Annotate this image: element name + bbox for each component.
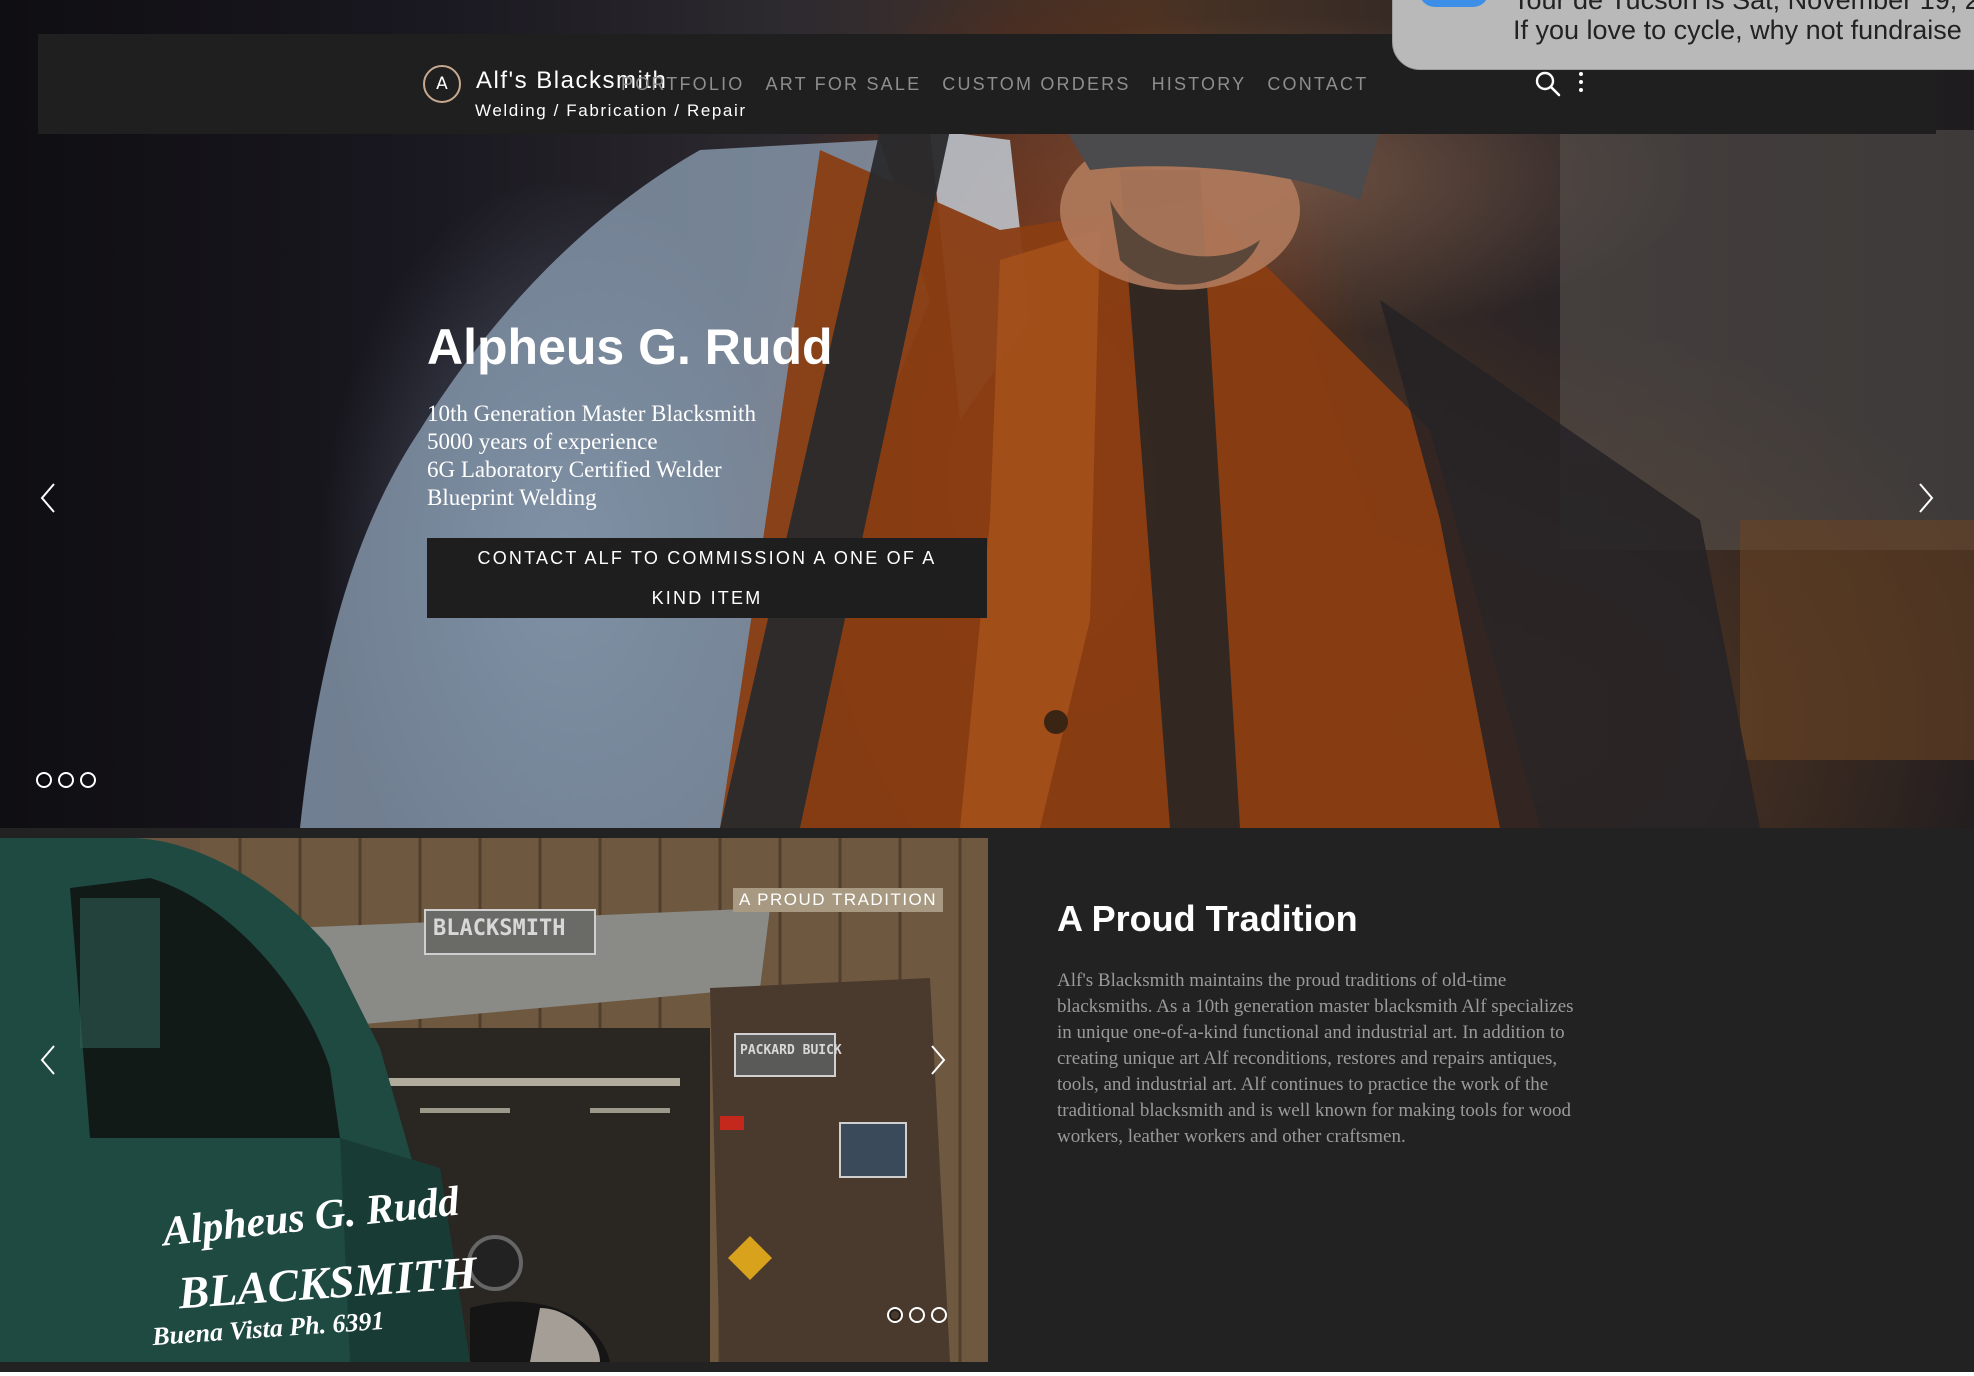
hero-credential-line: 10th Generation Master Blacksmith — [427, 401, 756, 426]
hero-prev-arrow-icon[interactable] — [36, 478, 60, 518]
section-heading: A Proud Tradition — [1057, 898, 1358, 939]
commission-cta-button[interactable]: CONTACT ALF TO COMMISSION A ONE OF A KIN… — [427, 538, 987, 618]
notification-line-1: Tour de Tucson is Sat, November 19, 2 — [1513, 0, 1974, 15]
logo-icon[interactable]: A — [423, 65, 461, 103]
hero-credential-line: 6G Laboratory Certified Welder — [427, 457, 722, 482]
site-tagline: Welding / Fabrication / Repair — [475, 101, 747, 120]
slide-dot-3[interactable] — [80, 772, 96, 788]
tradition-gallery: BLACKSMITH PACKARD BUICK Alpheus G. Rudd… — [0, 838, 988, 1362]
hero-slideshow: A Alf's Blacksmith Welding / Fabrication… — [0, 0, 1974, 828]
shop-sign: BLACKSMITH — [433, 916, 566, 941]
main-nav: PORTFOLIO ART FOR SALE CUSTOM ORDERS HIS… — [621, 74, 1389, 95]
nav-item-custom-orders[interactable]: CUSTOM ORDERS — [942, 74, 1130, 95]
nav-item-contact[interactable]: CONTACT — [1267, 74, 1368, 95]
notification-line-2: If you love to cycle, why not fundraise — [1513, 15, 1962, 45]
nav-item-history[interactable]: HISTORY — [1152, 74, 1247, 95]
app-icon — [1419, 0, 1489, 7]
hero-credential-line: Blueprint Welding — [427, 485, 597, 510]
hero-next-arrow-icon[interactable] — [1914, 478, 1938, 518]
slide-dot-1[interactable] — [36, 772, 52, 788]
gallery-dot-1[interactable] — [887, 1307, 903, 1323]
hero-credential-line: 5000 years of experience — [427, 429, 658, 454]
tradition-section: BLACKSMITH PACKARD BUICK Alpheus G. Rudd… — [0, 828, 1974, 1376]
notification-banner[interactable]: Tour de Tucson is Sat, November 19, 2 If… — [1392, 0, 1974, 70]
hero-credentials: 10th Generation Master Blacksmith 5000 y… — [427, 400, 756, 512]
cta-label-line2: KIND ITEM — [651, 588, 763, 608]
cta-label-line1: CONTACT ALF TO COMMISSION A ONE OF A — [477, 548, 937, 568]
more-vertical-icon[interactable] — [1574, 69, 1588, 97]
nav-item-art-for-sale[interactable]: ART FOR SALE — [766, 74, 922, 95]
gallery-prev-arrow-icon[interactable] — [36, 1040, 60, 1080]
slide-dot-2[interactable] — [58, 772, 74, 788]
nav-item-portfolio[interactable]: PORTFOLIO — [621, 74, 745, 95]
search-icon[interactable] — [1534, 70, 1562, 98]
gallery-dot-3[interactable] — [931, 1307, 947, 1323]
gallery-slide-dots — [887, 1307, 947, 1323]
page-bottom-edge — [0, 1372, 1974, 1376]
gallery-next-arrow-icon[interactable] — [926, 1040, 950, 1080]
door-sign: PACKARD BUICK — [740, 1043, 842, 1058]
hero-slide-dots — [36, 772, 96, 788]
hero-title: Alpheus G. Rudd — [427, 319, 833, 375]
page: A Alf's Blacksmith Welding / Fabrication… — [0, 0, 1974, 1376]
section-body-text: Alf's Blacksmith maintains the proud tra… — [1057, 970, 1574, 1147]
gallery-caption-badge: A PROUD TRADITION — [733, 888, 944, 912]
gallery-dot-2[interactable] — [909, 1307, 925, 1323]
